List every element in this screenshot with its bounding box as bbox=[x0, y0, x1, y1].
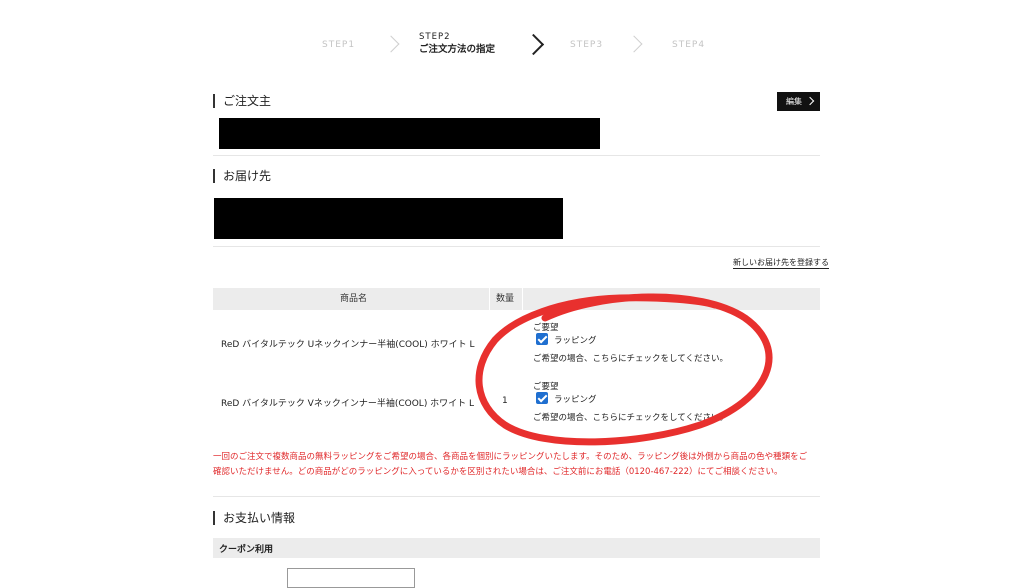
wrapping-checkbox-label: ラッピング bbox=[554, 395, 597, 405]
product-name: ReD バイタルテック Vネックインナー半袖(COOL) ホワイト L bbox=[221, 399, 475, 409]
delivery-section-title: お届け先 bbox=[213, 169, 271, 183]
orderer-section-title: ご注文主 bbox=[213, 94, 271, 108]
quantity: 1 bbox=[502, 396, 508, 406]
payment-section-title: お支払い情報 bbox=[213, 511, 295, 525]
step-1: STEP1 bbox=[322, 40, 356, 50]
chevron-right-icon bbox=[522, 33, 545, 56]
product-table-header: 商品名 数量 bbox=[213, 288, 820, 310]
divider bbox=[213, 246, 820, 247]
coupon-input[interactable] bbox=[287, 568, 415, 588]
wrap-note: ご希望の場合、こちらにチェックをしてください。 bbox=[533, 354, 728, 364]
wrapping-checkbox[interactable] bbox=[536, 333, 548, 345]
new-address-link[interactable]: 新しいお届け先を登録する bbox=[733, 257, 829, 269]
chevron-right-icon bbox=[382, 35, 400, 53]
wrap-request-label: ご要望 bbox=[533, 323, 559, 333]
coupon-header-bar bbox=[213, 538, 820, 558]
redacted-delivery-address bbox=[214, 198, 563, 239]
header-product-name: 商品名 bbox=[340, 294, 368, 304]
divider bbox=[213, 496, 820, 497]
edit-button[interactable]: 編集 bbox=[777, 92, 820, 111]
step-2-label: STEP2 bbox=[419, 32, 451, 42]
wrapping-checkbox-label: ラッピング bbox=[554, 336, 597, 346]
divider bbox=[489, 288, 490, 310]
chevron-right-icon bbox=[805, 96, 815, 106]
chevron-right-icon bbox=[625, 35, 643, 53]
divider bbox=[522, 288, 523, 310]
wrap-note: ご希望の場合、こちらにチェックをしてください。 bbox=[533, 413, 728, 423]
step-3: STEP3 bbox=[570, 40, 604, 50]
notice-line: 一回のご注文で複数商品の無料ラッピングをご希望の場合、各商品を個別にラッピングい… bbox=[213, 452, 808, 462]
step-2-current: STEP2 ご注文方法の指定 bbox=[419, 31, 495, 57]
wrap-request-label: ご要望 bbox=[533, 382, 559, 392]
notice-line: 確認いただけません。どの商品がどのラッピングに入っているかを区別されたい場合は、… bbox=[213, 467, 783, 477]
step-4: STEP4 bbox=[672, 40, 706, 50]
wrapping-checkbox[interactable] bbox=[536, 392, 548, 404]
edit-button-label: 編集 bbox=[786, 97, 802, 106]
wrapping-notice: 一回のご注文で複数商品の無料ラッピングをご希望の場合、各商品を個別にラッピングい… bbox=[213, 450, 825, 480]
coupon-label: クーポン利用 bbox=[219, 545, 274, 555]
redacted-orderer-info bbox=[219, 118, 600, 149]
divider bbox=[213, 155, 820, 156]
header-quantity: 数量 bbox=[496, 294, 515, 304]
product-name: ReD バイタルテック Uネックインナー半袖(COOL) ホワイト L bbox=[221, 340, 475, 350]
step-2-subtitle: ご注文方法の指定 bbox=[419, 44, 496, 55]
